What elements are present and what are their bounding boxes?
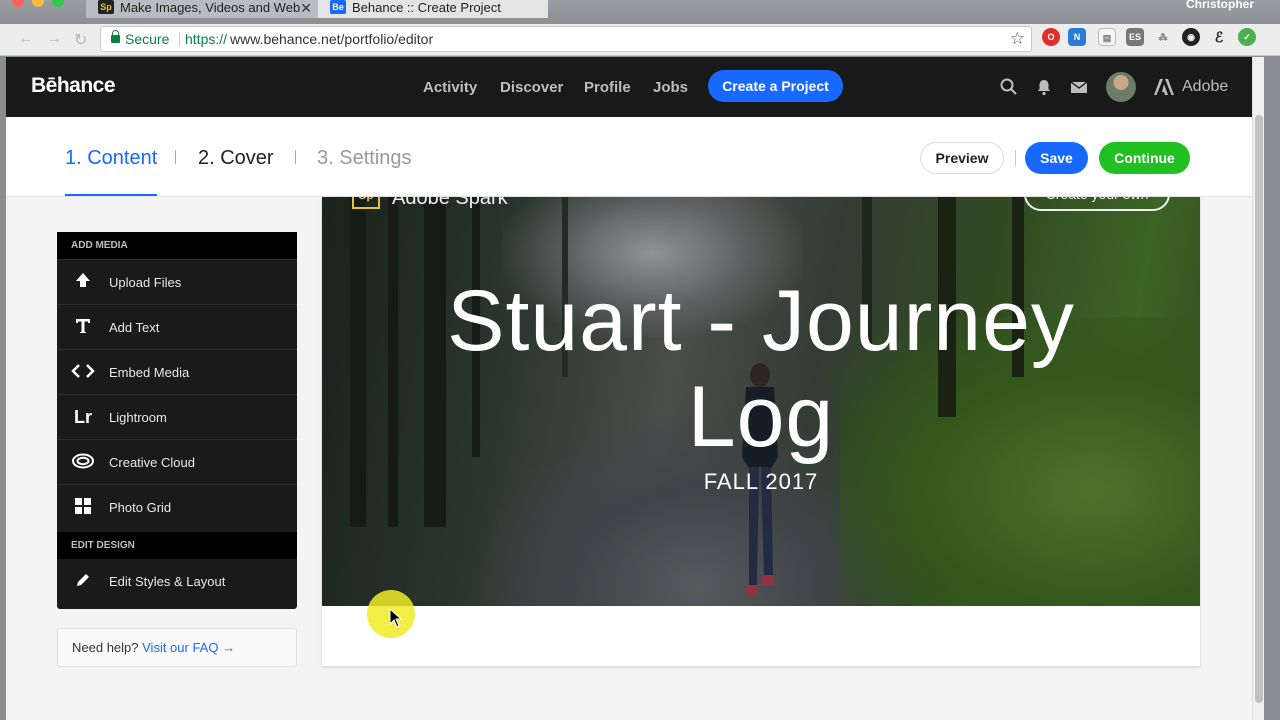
close-tab-icon[interactable]: ✕ [300, 0, 312, 16]
url-scheme: https:// [185, 31, 228, 47]
scrollbar-thumb[interactable] [1255, 115, 1263, 703]
add-media-heading: ADD MEDIA [57, 232, 297, 259]
divider [175, 150, 176, 164]
title-line-1: Stuart - Journey [447, 273, 1075, 369]
continue-button[interactable]: Continue [1099, 142, 1190, 174]
nav-discover[interactable]: Discover [500, 79, 563, 96]
es-extension-icon[interactable]: ES [1126, 28, 1144, 46]
page-scrollbar[interactable] [1252, 57, 1264, 720]
new-extension-icon[interactable]: N [1068, 28, 1086, 46]
photo-grid-icon [71, 496, 95, 518]
active-step-underline [65, 194, 157, 196]
lightroom-icon: Lr [74, 407, 92, 427]
user-avatar[interactable] [1106, 72, 1136, 102]
project-title: Stuart - Journey Log [322, 273, 1200, 465]
adobe-spark-logo-icon: Sp [352, 197, 380, 209]
preview-button[interactable]: Preview [920, 142, 1004, 174]
tab-title: Behance :: Create Project [352, 0, 501, 15]
maximize-window-icon[interactable] [52, 0, 64, 7]
tab-title: Make Images, Videos and Web [120, 0, 301, 15]
help-prefix: Need help? [72, 640, 139, 655]
faq-link[interactable]: Visit our FAQ → [142, 640, 235, 655]
creative-cloud-tool[interactable]: Creative Cloud [57, 439, 297, 484]
lock-icon [111, 30, 120, 43]
color-extension-icon[interactable]: ◉ [1182, 28, 1200, 46]
embed-media-tool[interactable]: Embed Media [57, 349, 297, 394]
bell-icon[interactable] [1034, 77, 1054, 97]
photo-grid-tool[interactable]: Photo Grid [57, 484, 297, 529]
mouse-cursor-icon [389, 608, 403, 628]
create-project-button[interactable]: Create a Project [708, 70, 843, 102]
upload-arrow-icon [71, 271, 95, 293]
tool-label: Photo Grid [109, 500, 172, 515]
tool-label: Upload Files [109, 275, 182, 290]
edit-design-heading: EDIT DESIGN [57, 532, 297, 559]
nav-activity[interactable]: Activity [423, 79, 477, 96]
evernote-extension-icon[interactable]: ℰ [1210, 28, 1228, 46]
url-text: www.behance.net/portfolio/editor [230, 31, 434, 47]
tool-label: Add Text [109, 320, 160, 335]
behance-navbar: Bēhance Activity Discover Profile Jobs C… [6, 57, 1252, 117]
behance-page: Bēhance Activity Discover Profile Jobs C… [6, 57, 1252, 720]
title-line-2: Log [687, 369, 835, 465]
back-arrow-icon[interactable]: ← [18, 30, 34, 48]
address-bar[interactable]: Secure https:// www.behance.net/portfoli… [100, 26, 1032, 52]
opera-extension-icon[interactable]: O [1042, 28, 1060, 46]
forward-arrow-icon[interactable]: → [46, 30, 62, 48]
step-settings[interactable]: 3. Settings [317, 147, 412, 170]
browser-toolbar: ← → ↻ Secure https:// www.behance.net/po… [0, 24, 1280, 56]
pencil-icon [71, 570, 95, 592]
spark-favicon-icon: Sp [98, 0, 114, 14]
search-icon[interactable] [999, 77, 1019, 97]
creative-cloud-icon [71, 451, 95, 473]
close-window-icon[interactable] [12, 0, 24, 7]
profile-name[interactable]: Christopher [1186, 0, 1254, 11]
document-extension-icon[interactable]: ▤ [1098, 28, 1116, 46]
save-button[interactable]: Save [1025, 142, 1088, 174]
lightroom-tool[interactable]: Lr Lightroom [57, 394, 297, 439]
step-content[interactable]: 1. Content [65, 147, 157, 170]
code-brackets-icon [71, 361, 95, 383]
cover-image-module[interactable]: Sp Adobe Spark Create your own Stuart - … [322, 197, 1200, 606]
tool-label: Embed Media [109, 365, 190, 380]
reload-icon[interactable]: ↻ [74, 30, 87, 50]
minimize-window-icon[interactable] [32, 0, 44, 7]
behance-logo[interactable]: Bēhance [31, 74, 116, 98]
spark-brand-label: Adobe Spark [392, 197, 508, 209]
project-subtitle: FALL 2017 [703, 469, 819, 494]
tool-label: Edit Styles & Layout [109, 574, 226, 589]
tool-label: Lightroom [109, 410, 167, 425]
browser-tab-behance[interactable]: Be Behance :: Create Project [318, 0, 548, 18]
help-box: Need help? Visit our FAQ → [57, 628, 297, 667]
mail-icon[interactable] [1069, 77, 1089, 97]
divider [295, 150, 296, 164]
nav-profile[interactable]: Profile [584, 79, 631, 96]
secure-label: Secure [125, 31, 170, 47]
tools-extension-icon[interactable]: ⁂ [1154, 28, 1172, 46]
add-text-tool[interactable]: Add Text [57, 304, 297, 349]
editor-steps-bar: 1. Content 2. Cover 3. Settings Preview … [6, 117, 1252, 197]
browser-tab-bar: Sp Make Images, Videos and Web ✕ Be Beha… [0, 0, 1280, 24]
step-cover[interactable]: 2. Cover [198, 147, 274, 170]
upload-files-tool[interactable]: Upload Files [57, 259, 297, 304]
browser-tab-spark[interactable]: Sp Make Images, Videos and Web ✕ [86, 0, 318, 18]
text-t-icon [71, 316, 95, 338]
adobe-logo-icon [1154, 79, 1174, 95]
green-extension-icon[interactable]: ✓ [1238, 28, 1256, 46]
bookmark-star-icon[interactable]: ☆ [1010, 27, 1025, 51]
create-your-own-button[interactable]: Create your own [1024, 197, 1170, 211]
behance-favicon-icon: Be [330, 0, 346, 14]
nav-jobs[interactable]: Jobs [653, 79, 688, 96]
divider [1015, 150, 1016, 166]
adobe-link[interactable]: Adobe [1182, 78, 1228, 96]
tool-label: Creative Cloud [109, 455, 195, 470]
divider [179, 32, 180, 46]
tools-sidebar: ADD MEDIA Upload Files Add Text Embed Me… [57, 232, 297, 609]
edit-styles-tool[interactable]: Edit Styles & Layout [57, 559, 297, 604]
